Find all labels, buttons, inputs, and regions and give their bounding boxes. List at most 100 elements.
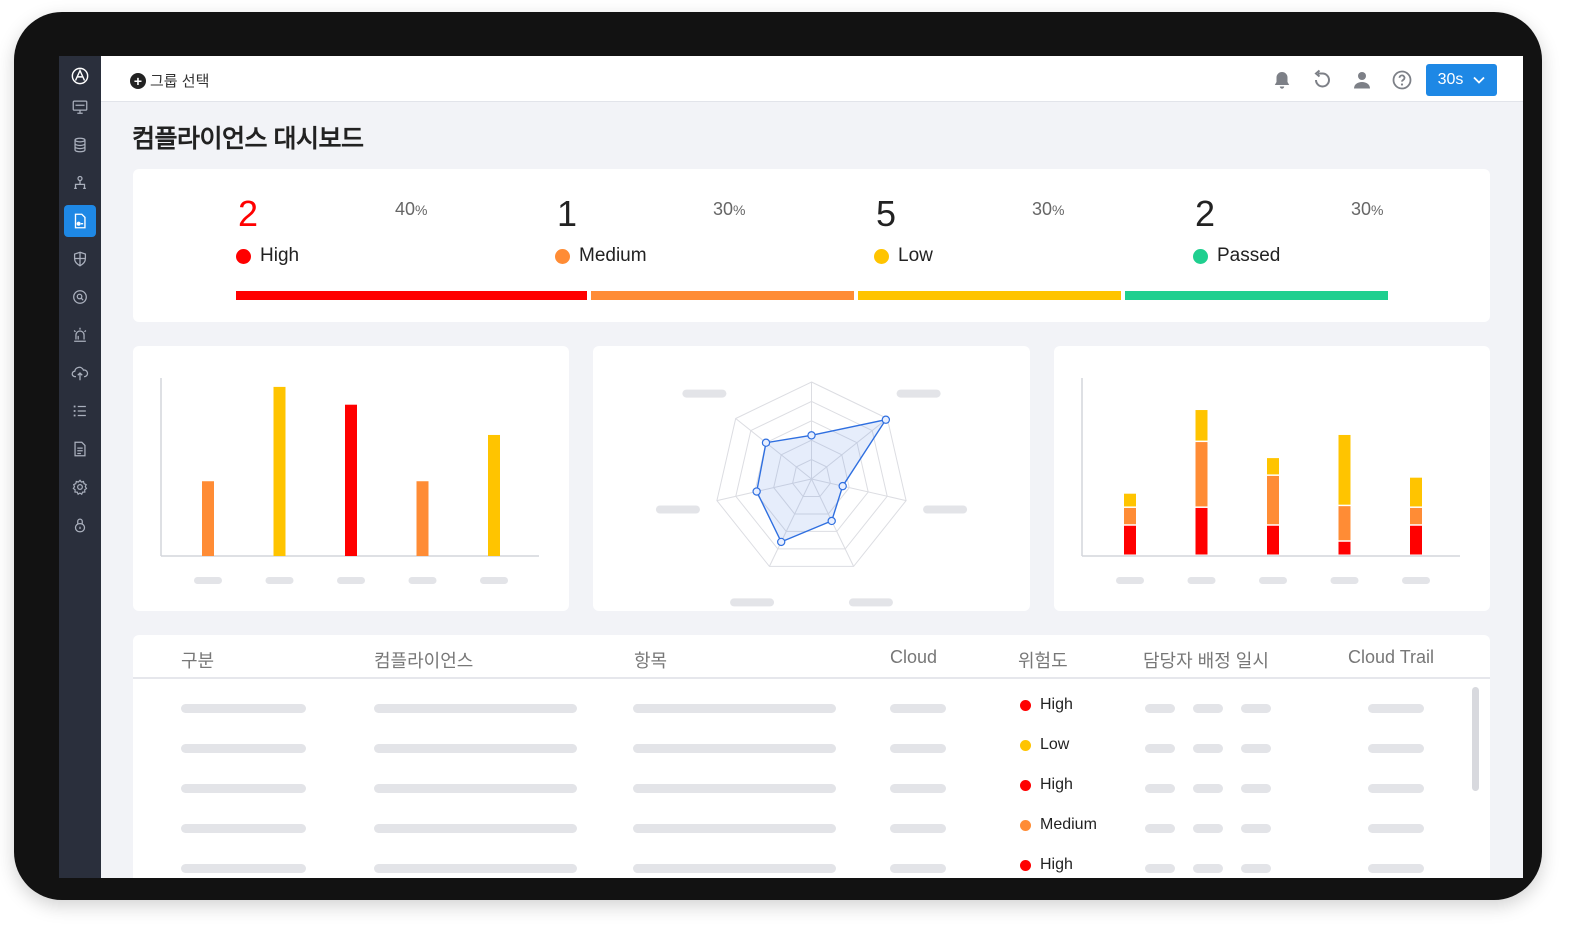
cell-placeholder [1241,784,1271,793]
x-tick-placeholder [480,577,508,584]
cell-placeholder [374,704,577,713]
cell-placeholder [633,744,836,753]
radar-axis-label-placeholder [730,598,775,607]
stacked-bar-segment[interactable] [1410,477,1422,507]
column-header-item[interactable]: 항목 [634,647,667,673]
risk-label: High [1040,856,1073,873]
x-tick-placeholder [1116,577,1144,584]
stat-count-passed: 2 [1195,193,1216,234]
column-header-category[interactable]: 구분 [181,647,214,673]
cell-placeholder [1145,784,1175,793]
bar[interactable] [273,386,286,556]
database-icon[interactable] [64,129,96,161]
risk-cell: Medium [1020,816,1097,834]
shield-icon[interactable] [64,243,96,275]
radar-axis-label-placeholder [655,505,700,514]
cell-placeholder [890,704,946,713]
cell-placeholder [890,864,946,873]
stacked-bar-segment[interactable] [1267,475,1279,525]
refresh-icon[interactable] [1302,65,1342,95]
stacked-bar-segment[interactable] [1410,507,1422,525]
bar[interactable] [488,434,500,556]
cloud-upload-icon[interactable] [64,357,96,389]
cell-placeholder [374,744,577,753]
risk-bar-chart [160,378,539,584]
network-icon[interactable] [64,167,96,199]
table-row[interactable]: Low [133,727,1490,767]
radar-point[interactable] [838,481,847,491]
refresh-interval-value: 30s [1437,71,1464,88]
cell-placeholder [633,864,836,873]
column-header-cloud[interactable]: Cloud [890,647,937,668]
stat-percent-low: 30% [1032,199,1065,219]
stacked-bar-segment[interactable] [1267,525,1279,555]
list-icon[interactable] [64,395,96,427]
stacked-bar-chart [1081,378,1460,584]
alarm-icon[interactable] [64,319,96,351]
radar-point[interactable] [807,431,816,440]
risk-cell: High [1020,776,1073,794]
cell-placeholder [181,864,306,873]
group-select-button[interactable]: + 그룹 선택 [130,70,209,91]
settings-icon[interactable] [64,471,96,503]
monitor-icon[interactable] [64,91,96,123]
bar[interactable] [416,481,429,556]
column-header-assigned-at[interactable]: 담당자 배정 일시 [1143,647,1269,673]
cell-placeholder [1241,824,1271,833]
stacked-bar-segment[interactable] [1195,507,1208,555]
cell-placeholder [633,704,836,713]
bar[interactable] [345,404,357,556]
radar-axis-label-placeholder [682,389,727,398]
table-header: 구분 컴플라이언스 항목 Cloud 위험도 담당자 배정 일시 Cloud T… [133,635,1490,679]
help-icon[interactable] [1382,65,1422,95]
stacked-bar-segment[interactable] [1338,541,1351,555]
column-header-compliance[interactable]: 컴플라이언스 [374,647,473,673]
radar-point[interactable] [881,415,891,424]
cell-placeholder [890,744,946,753]
stacked-bar-segment[interactable] [1410,525,1422,555]
radar-chart [655,381,968,607]
bell-icon[interactable] [1262,65,1302,95]
radar-point[interactable] [827,516,836,526]
stat-label-passed: Passed [1193,245,1280,267]
stacked-bar-segment[interactable] [1267,458,1279,475]
stacked-bar-segment[interactable] [1124,493,1136,507]
column-header-cloud-trail[interactable]: Cloud Trail [1348,647,1434,668]
stacked-bar-segment[interactable] [1338,506,1351,541]
compliance-icon[interactable] [64,205,96,237]
ratio-segment-low [857,291,1121,300]
cell-placeholder [1368,864,1424,873]
scan-icon[interactable] [64,281,96,313]
logo-icon[interactable] [64,60,96,92]
refresh-interval-select[interactable]: 30s [1426,64,1497,96]
radar-point[interactable] [776,537,786,547]
legend-dot [1193,248,1208,264]
table-row[interactable]: Medium [133,807,1490,847]
table-row[interactable]: High [133,767,1490,807]
user-icon[interactable] [1342,65,1382,95]
stat-count-high: 2 [238,193,259,234]
radar-point[interactable] [761,438,771,447]
ratio-segment-high [236,291,587,300]
stacked-bar-segment[interactable] [1195,442,1208,507]
percent-unit: % [1052,202,1065,218]
column-header-risk[interactable]: 위험도 [1018,647,1068,673]
document-icon[interactable] [64,433,96,465]
bar[interactable] [202,481,214,556]
cell-placeholder [1145,744,1175,753]
stacked-bar-segment[interactable] [1124,525,1136,555]
lock-icon[interactable] [64,509,96,541]
table-row[interactable]: High [133,847,1490,878]
table-scrollbar[interactable] [1472,687,1479,791]
stacked-bar-segment[interactable] [1195,410,1208,441]
stacked-bar-segment[interactable] [1124,507,1136,525]
cell-placeholder [1145,864,1175,873]
risk-dot [1020,739,1031,751]
table-row[interactable]: High [133,687,1490,727]
cell-placeholder [374,784,577,793]
cell-placeholder [1145,824,1175,833]
radar-point[interactable] [752,487,761,496]
stacked-bar-segment[interactable] [1338,434,1351,505]
stat-percent-medium: 30% [713,199,746,219]
legend-label: Passed [1217,245,1281,266]
